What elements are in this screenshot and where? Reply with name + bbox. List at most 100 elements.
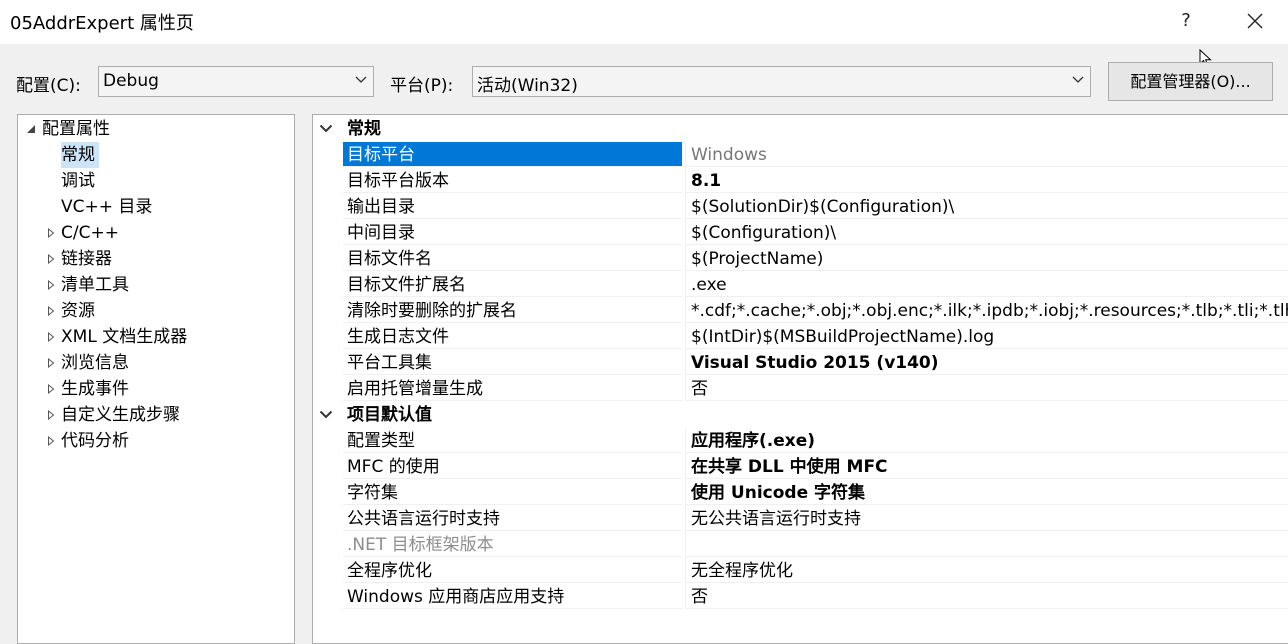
tree-item-label: XML 文档生成器 [61, 327, 188, 347]
property-name: 中间目录 [343, 220, 682, 245]
collapsed-triangle-icon [48, 358, 55, 368]
property-value[interactable]: 无全程序优化 [685, 558, 1288, 583]
collapsed-triangle-icon [48, 436, 55, 446]
property-value[interactable]: $(SolutionDir)$(Configuration)\ [685, 194, 1288, 219]
category-header[interactable]: 项目默认值 [313, 402, 1288, 428]
property-row[interactable]: 中间目录 $(Configuration)\ [313, 220, 1288, 246]
property-row[interactable]: 启用托管增量生成否 [313, 376, 1288, 402]
property-row[interactable]: 目标文件名 $(ProjectName) [313, 246, 1288, 272]
property-category-tree[interactable]: 配置属性 常规调试 VC++ 目录 C/C++ 链接器清单工具资源 XML 文档生成器浏览… [17, 114, 295, 644]
property-name: 输出目录 [343, 194, 682, 219]
property-name: MFC 的使用 [343, 454, 682, 479]
property-value[interactable]: 否 [685, 376, 1288, 401]
property-value[interactable]: .exe [685, 272, 1288, 297]
tree-item[interactable]: 生成事件 [18, 376, 294, 402]
property-name: 字符集 [343, 480, 682, 505]
property-row[interactable]: 全程序优化 无全程序优化 [313, 558, 1288, 584]
tree-item-label: 代码分析 [61, 431, 129, 451]
property-value[interactable]: $(ProjectName) [685, 246, 1288, 271]
tree-expander[interactable] [46, 350, 60, 376]
property-name: 目标平台 [343, 142, 682, 167]
property-row[interactable]: MFC 的使用 在共享 DLL 中使用 MFC [313, 454, 1288, 480]
property-row[interactable]: 配置类型 应用程序(.exe) [313, 428, 1288, 454]
property-name: 目标平台版本 [343, 168, 682, 193]
property-value[interactable]: 在共享 DLL 中使用 MFC [685, 454, 1288, 479]
close-button[interactable] [1240, 6, 1270, 36]
property-name: 启用托管增量生成 [343, 376, 682, 401]
config-combobox[interactable]: Debug [98, 66, 374, 97]
property-row[interactable]: .NET 目标框架版本 [313, 532, 1288, 558]
property-row[interactable]: 目标平台版本 8.1 [313, 168, 1288, 194]
property-row[interactable]: 目标平台 Windows [313, 142, 1288, 168]
window-title: 05AddrExpert 属性页 [10, 13, 194, 34]
platform-combobox[interactable]: 活动(Win32) [472, 66, 1091, 97]
property-name: 全程序优化 [343, 558, 682, 583]
property-grid[interactable]: 常规 目标平台 Windows 目标平台版本 8.1 输出目录 $(SolutionDir)… [312, 114, 1288, 644]
tree-expander[interactable] [46, 220, 60, 246]
close-icon [1247, 13, 1263, 29]
tree-expander[interactable] [46, 298, 60, 324]
property-value[interactable]: 否 [685, 584, 1288, 609]
tree-expander[interactable] [46, 272, 60, 298]
tree-expander[interactable] [46, 428, 60, 454]
tree-item[interactable]: 常规 [18, 142, 294, 168]
tree-expander[interactable] [46, 324, 60, 350]
property-value[interactable]: Windows [685, 142, 1288, 167]
property-value[interactable] [685, 532, 1288, 557]
property-value[interactable]: $(IntDir)$(MSBuildProjectName).log [685, 324, 1288, 349]
collapsed-triangle-icon [48, 384, 55, 394]
tree-item-label: 自定义生成步骤 [61, 405, 180, 425]
config-label: 配置(C): [16, 76, 81, 96]
property-value[interactable]: 无公共语言运行时支持 [685, 506, 1288, 531]
tree-item[interactable]: 配置属性 [18, 116, 294, 142]
property-row[interactable]: 字符集 使用 Unicode 字符集 [313, 480, 1288, 506]
property-row[interactable]: 平台工具集 Visual Studio 2015 (v140) [313, 350, 1288, 376]
collapsed-triangle-icon [48, 254, 55, 264]
title-bar: 05AddrExpert 属性页 ? [0, 0, 1288, 44]
platform-value: 活动(Win32) [477, 76, 578, 96]
tree-item[interactable]: XML 文档生成器 [18, 324, 294, 350]
chevron-down-icon [319, 124, 333, 133]
property-row[interactable]: 生成日志文件 $(IntDir)$(MSBuildProjectName).log [313, 324, 1288, 350]
tree-item-label: 常规 [61, 142, 99, 168]
collapsed-triangle-icon [48, 410, 55, 420]
help-button[interactable]: ? [1172, 6, 1200, 36]
property-value[interactable]: $(Configuration)\ [685, 220, 1288, 245]
property-value[interactable]: *.cdf;*.cache;*.obj;*.obj.enc;*.ilk;*.ip… [685, 298, 1288, 323]
property-name: 目标文件扩展名 [343, 272, 682, 297]
property-row[interactable]: 公共语言运行时支持 无公共语言运行时支持 [313, 506, 1288, 532]
property-row[interactable]: 目标文件扩展名 .exe [313, 272, 1288, 298]
property-row[interactable]: Windows 应用商店应用支持否 [313, 584, 1288, 610]
tree-item-label: 链接器 [61, 249, 112, 269]
tree-item-label: 调试 [61, 171, 95, 191]
tree-item[interactable]: C/C++ [18, 220, 294, 246]
configuration-manager-button[interactable]: 配置管理器(O)... [1108, 62, 1273, 101]
tree-item[interactable]: VC++ 目录 [18, 194, 294, 220]
tree-expander[interactable] [46, 376, 60, 402]
property-name: 清除时要删除的扩展名 [343, 298, 682, 323]
property-name: 生成日志文件 [343, 324, 682, 349]
tree-item[interactable]: 代码分析 [18, 428, 294, 454]
property-name: 配置类型 [343, 428, 682, 453]
tree-item-label: VC++ 目录 [61, 197, 153, 217]
tree-item[interactable]: 清单工具 [18, 272, 294, 298]
property-value[interactable]: 应用程序(.exe) [685, 428, 1288, 453]
property-value[interactable]: Visual Studio 2015 (v140) [685, 350, 1288, 375]
tree-item-label: 清单工具 [61, 275, 129, 295]
collapsed-triangle-icon [48, 228, 55, 238]
tree-item[interactable]: 资源 [18, 298, 294, 324]
property-value[interactable]: 使用 Unicode 字符集 [685, 480, 1288, 505]
chevron-down-icon [1072, 76, 1084, 83]
category-header[interactable]: 常规 [313, 116, 1288, 142]
tree-expander[interactable] [46, 246, 60, 272]
tree-item[interactable]: 浏览信息 [18, 350, 294, 376]
tree-expander[interactable] [46, 402, 60, 428]
tree-item[interactable]: 自定义生成步骤 [18, 402, 294, 428]
platform-label: 平台(P): [390, 76, 454, 96]
tree-item[interactable]: 链接器 [18, 246, 294, 272]
property-value[interactable]: 8.1 [685, 168, 1288, 193]
property-row[interactable]: 清除时要删除的扩展名 *.cdf;*.cache;*.obj;*.obj.enc;… [313, 298, 1288, 324]
tree-expander[interactable] [26, 116, 40, 142]
property-row[interactable]: 输出目录 $(SolutionDir)$(Configuration)\ [313, 194, 1288, 220]
tree-item[interactable]: 调试 [18, 168, 294, 194]
